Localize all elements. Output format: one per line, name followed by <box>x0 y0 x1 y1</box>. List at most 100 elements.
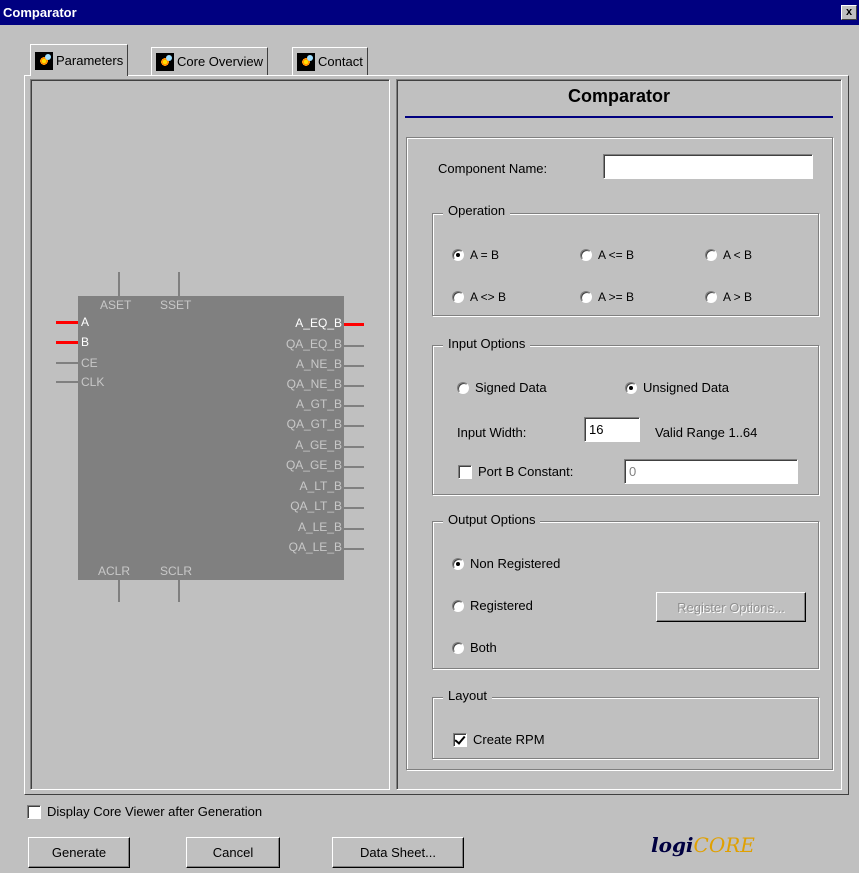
pin-wire <box>56 341 78 344</box>
option-label: A >= B <box>598 290 635 304</box>
pin-a-le-b: A_LE_B <box>297 520 342 534</box>
tab-parameters[interactable]: Parameters <box>30 44 129 76</box>
port-b-constant-checkbox[interactable]: Port B Constant: <box>458 464 573 479</box>
tab-label: Core Overview <box>177 54 263 69</box>
layout-title: Layout <box>443 688 493 703</box>
pin-qa-eq-b: QA_EQ_B <box>285 337 342 351</box>
port-b-constant-field[interactable]: 0 <box>624 459 798 484</box>
layout-group <box>432 697 819 759</box>
pin-ce: CE <box>81 356 98 370</box>
pin-a-gt-b: A_GT_B <box>295 397 342 411</box>
option-label: Port B Constant: <box>478 464 574 479</box>
pin-qa-lt-b: QA_LT_B <box>290 499 342 513</box>
data-sheet-button[interactable]: Data Sheet... <box>332 837 464 868</box>
pin-wire <box>178 580 180 602</box>
option-label: A <= B <box>598 248 635 262</box>
option-label: A < B <box>723 248 753 262</box>
pin-wire <box>344 466 364 468</box>
pin-a: A <box>81 315 90 329</box>
option-label: Unsigned Data <box>643 380 729 395</box>
option-label: Create RPM <box>473 732 545 747</box>
operation-option-lt[interactable]: A < B <box>705 248 752 262</box>
generate-button[interactable]: Generate <box>28 837 130 868</box>
pin-wire <box>56 321 78 324</box>
pin-wire <box>344 548 364 550</box>
non-registered-radio[interactable]: Non Registered <box>452 556 560 571</box>
display-core-viewer-checkbox[interactable]: Display Core Viewer after Generation <box>27 804 262 819</box>
radio-icon <box>452 641 464 654</box>
pin-wire <box>344 365 364 367</box>
pin-wire <box>118 272 120 296</box>
operation-option-le[interactable]: A <= B <box>580 248 634 262</box>
checkbox-icon <box>453 732 467 747</box>
registered-radio[interactable]: Registered <box>452 598 533 613</box>
operation-option-ne[interactable]: A <> B <box>452 290 506 304</box>
pin-wire <box>344 487 364 489</box>
radio-icon <box>452 249 464 261</box>
pin-wire <box>344 425 364 427</box>
input-width-field[interactable]: 16 <box>584 417 640 442</box>
radio-icon <box>705 291 717 303</box>
core-gen-icon <box>297 52 315 71</box>
radio-icon <box>705 249 717 261</box>
radio-icon <box>452 599 464 612</box>
window-title: Comparator <box>3 5 77 20</box>
option-label: Signed Data <box>475 380 547 395</box>
core-gen-icon <box>156 52 174 71</box>
component-name-label: Component Name: <box>438 161 548 176</box>
radio-icon <box>457 381 469 394</box>
radio-icon <box>452 557 464 570</box>
logicore-logo: logiCORE <box>651 833 755 857</box>
signed-data-radio[interactable]: Signed Data <box>457 380 547 395</box>
create-rpm-checkbox[interactable]: Create RPM <box>453 732 545 747</box>
pin-a-ne-b: A_NE_B <box>295 357 342 371</box>
panel-title: Comparator <box>567 86 670 106</box>
pin-aset: ASET <box>100 298 132 312</box>
tab-core-overview[interactable]: Core Overview <box>151 47 268 75</box>
pin-wire <box>344 385 364 387</box>
option-label: A <> B <box>470 290 507 304</box>
option-label: Non Registered <box>470 556 561 571</box>
tab-label: Contact <box>318 54 363 69</box>
pin-wire <box>56 362 78 364</box>
pin-clk: CLK <box>81 375 105 389</box>
pin-wire <box>56 381 78 383</box>
pin-sclr: SCLR <box>160 564 193 578</box>
tab-label: Parameters <box>56 53 124 68</box>
pin-wire <box>344 446 364 448</box>
pin-qa-gt-b: QA_GT_B <box>286 417 342 431</box>
pin-qa-ge-b: QA_GE_B <box>285 458 342 472</box>
unsigned-data-radio[interactable]: Unsigned Data <box>625 380 729 395</box>
core-gen-icon <box>35 51 53 70</box>
pin-wire <box>178 272 180 296</box>
pin-a-eq-b: A_EQ_B <box>295 316 342 330</box>
pin-wire <box>344 345 364 347</box>
pin-a-lt-b: A_LT_B <box>299 479 342 493</box>
operation-title: Operation <box>443 203 511 218</box>
logo-suffix: CORE <box>693 833 755 857</box>
option-label: Display Core Viewer after Generation <box>47 804 263 819</box>
radio-icon <box>580 249 592 261</box>
component-name-input[interactable] <box>603 154 813 179</box>
logo-prefix: logi <box>651 833 694 857</box>
register-options-button[interactable]: Register Options... <box>656 592 806 622</box>
checkbox-icon <box>27 804 41 819</box>
pin-wire <box>118 580 120 602</box>
title-bar: Comparator x <box>0 0 859 25</box>
output-options-title: Output Options <box>443 512 541 527</box>
pin-qa-le-b: QA_LE_B <box>288 540 342 554</box>
tab-contact[interactable]: Contact <box>292 47 368 75</box>
pin-wire <box>344 323 364 326</box>
close-icon[interactable]: x <box>841 5 857 20</box>
pin-a-ge-b: A_GE_B <box>295 438 342 452</box>
both-radio[interactable]: Both <box>452 640 497 655</box>
radio-icon <box>452 291 464 303</box>
operation-option-gt[interactable]: A > B <box>705 290 752 304</box>
cancel-button[interactable]: Cancel <box>186 837 280 868</box>
operation-option-eq[interactable]: A = B <box>452 248 499 262</box>
option-label: Registered <box>470 598 533 613</box>
operation-option-ge[interactable]: A >= B <box>580 290 634 304</box>
option-label: Both <box>470 640 497 655</box>
option-label: A = B <box>470 248 500 262</box>
option-label: A > B <box>723 290 753 304</box>
